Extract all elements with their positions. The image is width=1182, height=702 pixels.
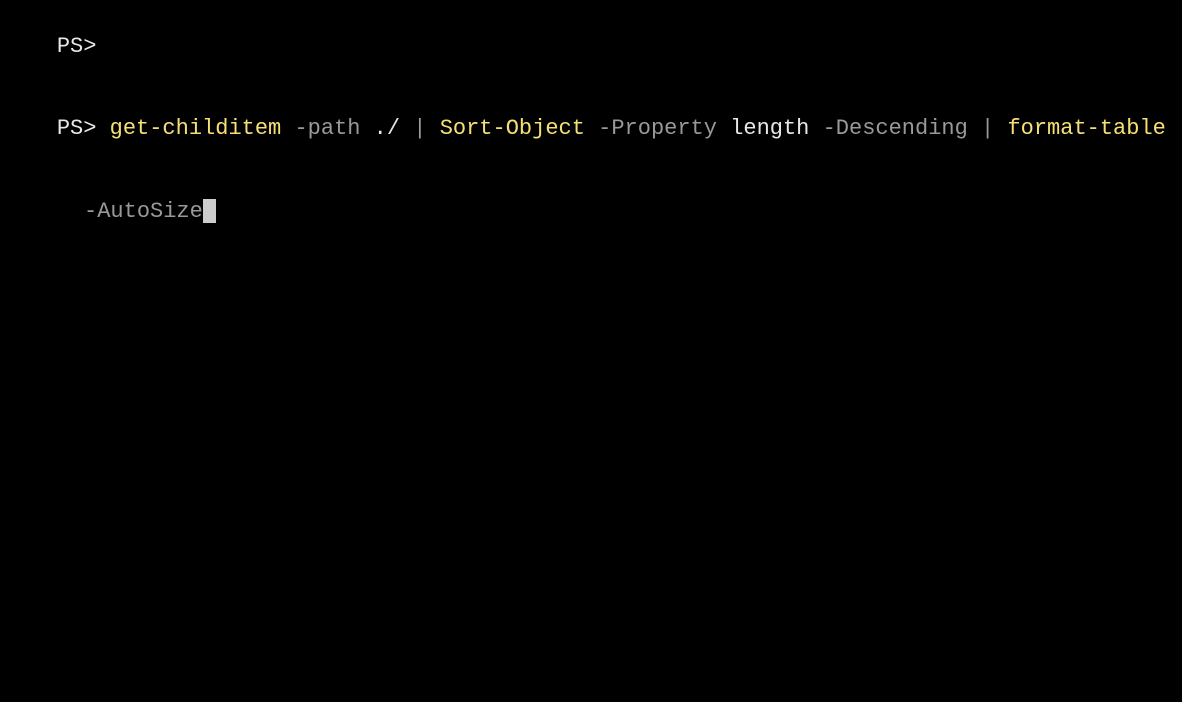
cmd-seg-pipe: | [413, 116, 426, 141]
terminal-line-0: PS> [4, 5, 1178, 88]
cmd-seg-cmdlet: get-childitem [110, 116, 282, 141]
cmd-seg [994, 116, 1007, 141]
cmd-seg-param: -AutoSize [84, 199, 203, 224]
cmd-seg [71, 199, 84, 224]
cmd-seg-param: -path [294, 116, 360, 141]
cmd-seg-pipe: | [981, 116, 994, 141]
cmd-seg [968, 116, 981, 141]
cmd-seg [585, 116, 598, 141]
terminal-line-1[interactable]: PS> get-childitem -path ./ | Sort-Object… [4, 88, 1178, 171]
cmd-seg: ./ [360, 116, 413, 141]
cmd-seg [96, 116, 109, 141]
prompt: PS> [57, 34, 97, 59]
cursor-block [203, 199, 216, 223]
cmd-seg-cmdlet: Sort-Object [440, 116, 585, 141]
cmd-seg: length [717, 116, 823, 141]
prompt: PS> [57, 116, 97, 141]
cmd-seg-cmdlet: format-table [1007, 116, 1165, 141]
cmd-seg [281, 116, 294, 141]
terminal-line-1-wrap[interactable]: -AutoSize [4, 170, 1178, 253]
cmd-seg-param: -Descending [823, 116, 968, 141]
cmd-seg-param: -Property [598, 116, 717, 141]
terminal-window[interactable]: PS> PS> get-childitem -path ./ | Sort-Ob… [4, 5, 1178, 253]
cmd-seg [427, 116, 440, 141]
